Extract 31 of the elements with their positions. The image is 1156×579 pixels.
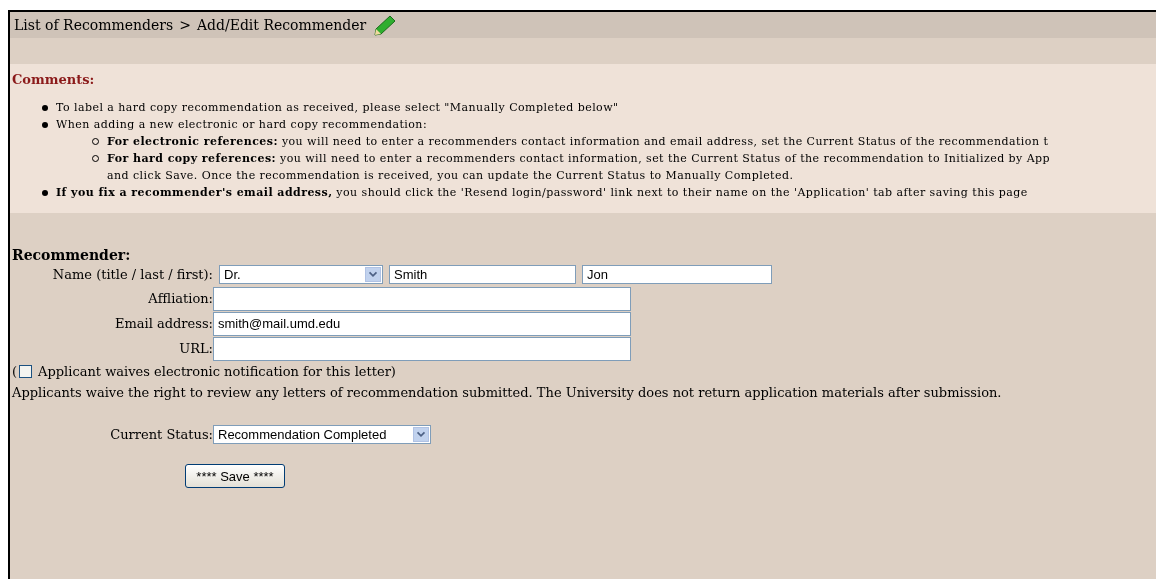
text-field[interactable] — [213, 336, 631, 361]
comment-text: To label a hard copy recommendation as received, please select "Manually Completed below" — [56, 100, 619, 116]
comment-text: For hard copy references: you will need to enter a recommenders contact information, set the Current Status of the recommendation to Initialized by App — [107, 151, 1051, 167]
breadcrumb-current: Add/Edit Recommender — [196, 17, 367, 33]
field-label: Affliation: — [147, 291, 213, 306]
comment-text: For electronic references: you will need to enter a recommenders contact information and email address, set the Current Status of the recommendation t — [107, 134, 1049, 150]
comment-text: and click Save. Once the recommendation is received, you can update the Current Status to Manually Completed. — [107, 168, 795, 184]
text-field[interactable]: smith@mail.umd.edu — [213, 311, 631, 336]
title-dropdown[interactable]: Dr. — [219, 265, 383, 284]
checkbox-label: Applicant waives electronic notification for this letter) — [38, 364, 396, 379]
field-label: URL: — [178, 341, 213, 356]
waiver-checkbox[interactable] — [19, 365, 33, 378]
section-heading: Recommender: — [12, 247, 132, 263]
comment-text: If you fix a recommender's email address, you should click the 'Resend login/password' link next to their name on the 'Application' tab after saving this page — [56, 185, 1028, 201]
bullet-icon — [42, 122, 48, 128]
last-name-field[interactable]: Smith — [389, 265, 576, 284]
save-button[interactable]: **** Save **** — [185, 464, 285, 488]
bullet-icon — [42, 105, 48, 111]
field-label: Current Status: — [109, 427, 213, 442]
field-label: Name (title / last / first): — [51, 267, 213, 282]
notice-text: Applicants waive the right to review any letters of recommendation submitted. The University does not return application materials after submission. — [12, 384, 1003, 402]
field-label: Email address: — [113, 316, 213, 331]
text-field[interactable] — [213, 286, 631, 311]
breadcrumb-link[interactable]: List of Recommenders — [14, 17, 174, 33]
comments-heading: Comments: — [12, 72, 96, 87]
paren-text: ( — [12, 364, 18, 379]
comment-text: When adding a new electronic or hard copy recommendation: — [56, 117, 428, 133]
status-dropdown[interactable]: Recommendation Completed — [213, 425, 431, 444]
first-name-field[interactable]: Jon — [582, 265, 772, 284]
bullet-icon — [42, 190, 48, 196]
breadcrumb-separator: > — [179, 17, 191, 33]
